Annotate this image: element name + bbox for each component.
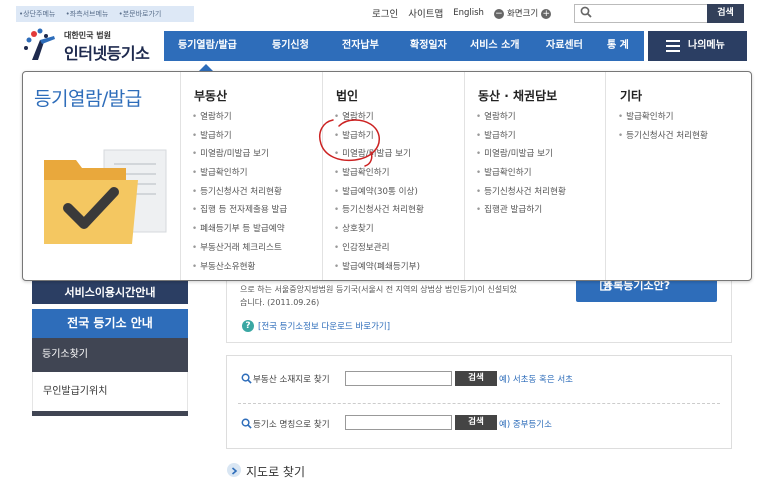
menu-item[interactable]: 발급확인하기: [618, 110, 708, 129]
menu-item[interactable]: 발급확인하기: [334, 166, 424, 185]
name-example: 예) 중부등기소: [499, 420, 552, 430]
court-logo-icon[interactable]: [20, 26, 64, 62]
find-by-map-link[interactable]: 지도로 찾기: [246, 463, 305, 480]
menu-item[interactable]: 등기신청사건 처리현황: [334, 203, 424, 222]
hamburger-icon: [666, 40, 680, 52]
address-example: 예) 서초동 혹은 서초: [499, 375, 573, 385]
column-divider: [605, 72, 606, 280]
gnb-item-payment[interactable]: 전자납부: [342, 31, 379, 61]
divider: [238, 403, 720, 404]
chevron-right-icon: [227, 463, 241, 477]
utility-bar: 로그인 사이트맵 English − 화면크기 +: [372, 5, 552, 21]
etc-menu-list: 발급확인하기 등기신청사건 처리현황: [618, 110, 708, 147]
mega-menu-title: 등기열람/발급: [34, 88, 142, 110]
search-icon: [241, 373, 252, 384]
registry-download-link[interactable]: [전국 등기소정보 다운로드 바로가기]: [258, 320, 390, 332]
menu-item[interactable]: 집행 등 전자제출용 발급: [192, 203, 287, 222]
notice-text-line1: 으로 하는 서울중앙지방법원 등기국(서울시 전 지역의 상법상 법인등기)이 …: [240, 285, 517, 294]
my-menu-button[interactable]: 나의메뉴: [648, 31, 747, 61]
menu-item[interactable]: 집행관 발급하기: [476, 203, 566, 222]
menu-item[interactable]: 등기신청사건 처리현황: [476, 185, 566, 204]
name-search-input[interactable]: [345, 415, 452, 430]
folder-check-icon: [44, 149, 167, 244]
sidebar-item-find-registry[interactable]: 등기소찾기: [32, 338, 188, 372]
search-button[interactable]: 검색: [707, 4, 744, 23]
menu-item[interactable]: 발급예약(30통 이상): [334, 185, 424, 204]
sidebar-item-unmanned-kiosk[interactable]: 무인발급기위치: [32, 372, 188, 412]
menu-item[interactable]: 미열람/미발급 보기: [476, 147, 566, 166]
menu-item[interactable]: 등기신청사건 처리현황: [618, 129, 708, 148]
zoom-control: − 화면크기 +: [493, 7, 552, 19]
login-link[interactable]: 로그인: [372, 6, 398, 20]
gnb-item-fixed-date[interactable]: 확정일자: [410, 31, 447, 61]
column-title-corporation[interactable]: 법인: [336, 87, 358, 104]
service-time-button[interactable]: 서비스이용시간안내: [32, 281, 188, 304]
my-menu-label: 나의메뉴: [688, 40, 725, 51]
national-registry-heading[interactable]: 전국 등기소 안내: [32, 309, 188, 338]
menu-item[interactable]: 부동산소유현황: [192, 260, 287, 279]
menu-item[interactable]: 발급하기: [192, 129, 287, 148]
menu-item[interactable]: 폐쇄등기부 등 발급예약: [192, 222, 287, 241]
search-icon: [580, 6, 592, 18]
name-search-button[interactable]: 검색: [455, 415, 497, 430]
sitemap-link[interactable]: 사이트맵: [408, 6, 443, 20]
address-search-button[interactable]: 검색: [455, 371, 497, 386]
notice-text-line2: 습니다. (2011.09.26): [240, 298, 320, 307]
menu-item[interactable]: 발급확인하기: [192, 166, 287, 185]
gnb-item-apply[interactable]: 등기신청: [272, 31, 309, 61]
skip-links: •상단주메뉴 •좌측서브메뉴 •본문바로가기: [16, 6, 194, 22]
gnb-item-service-intro[interactable]: 서비스 소개: [470, 31, 519, 61]
gnb-item-data-center[interactable]: 자료센터: [546, 31, 583, 61]
menu-item[interactable]: 미열람/미발급 보기: [192, 147, 287, 166]
skip-link-sub[interactable]: •좌측서브메뉴: [66, 10, 113, 18]
menu-item[interactable]: 상호찾기: [334, 222, 424, 241]
column-title-real-estate[interactable]: 부동산: [194, 87, 227, 104]
column-title-etc[interactable]: 기타: [620, 87, 642, 104]
skip-link-main[interactable]: •상단주메뉴: [19, 10, 59, 18]
zoom-out-icon[interactable]: −: [493, 8, 504, 19]
movables-menu-list: 열람하기 발급하기 미열람/미발급 보기 발급확인하기 등기신청사건 처리현황 …: [476, 110, 566, 222]
help-icon: ?: [242, 320, 254, 332]
real-estate-menu-list: 열람하기 발급하기 미열람/미발급 보기 발급확인하기 등기신청사건 처리현황 …: [192, 110, 287, 278]
skip-link-content[interactable]: •본문바로가기: [119, 10, 166, 18]
registry-find-box: [226, 355, 732, 449]
column-divider: [464, 72, 465, 280]
menu-item[interactable]: 부동산거래 체크리스트: [192, 241, 287, 260]
find-by-address-label: 부동산 소재지로 찾기: [253, 375, 330, 385]
menu-item[interactable]: 열람하기: [192, 110, 287, 129]
menu-item[interactable]: 발급예약(폐쇄등기부): [334, 260, 424, 279]
column-divider: [180, 72, 181, 280]
gnb-item-stats[interactable]: 통 계: [607, 31, 629, 61]
menu-item[interactable]: 발급확인하기: [476, 166, 566, 185]
address-search-input[interactable]: [345, 371, 452, 386]
menu-item[interactable]: 열람하기: [476, 110, 566, 129]
column-divider: [322, 72, 323, 280]
global-nav: 등기열람/발급 등기신청 전자납부 확정일자 서비스 소개 자료센터 통 계: [164, 31, 644, 61]
annotation-circle: [319, 119, 380, 167]
logo-title[interactable]: 인터넷등기소: [64, 40, 150, 64]
find-by-name-label: 등기소 명칭으로 찾기: [253, 420, 330, 430]
english-link[interactable]: English: [453, 8, 484, 18]
zoom-in-icon[interactable]: +: [541, 8, 552, 19]
search-icon: [241, 418, 252, 429]
sidebar-bottom-bar: [32, 411, 188, 416]
column-title-movables[interactable]: 동산 · 채권담보: [478, 87, 557, 104]
gnb-item-view-issue[interactable]: 등기열람/발급: [178, 31, 237, 61]
menu-item[interactable]: 등기신청사건 처리현황: [192, 185, 287, 204]
menu-item[interactable]: 인감정보관리: [334, 241, 424, 260]
zoom-label: 화면크기: [506, 9, 539, 19]
menu-item[interactable]: 발급하기: [476, 129, 566, 148]
